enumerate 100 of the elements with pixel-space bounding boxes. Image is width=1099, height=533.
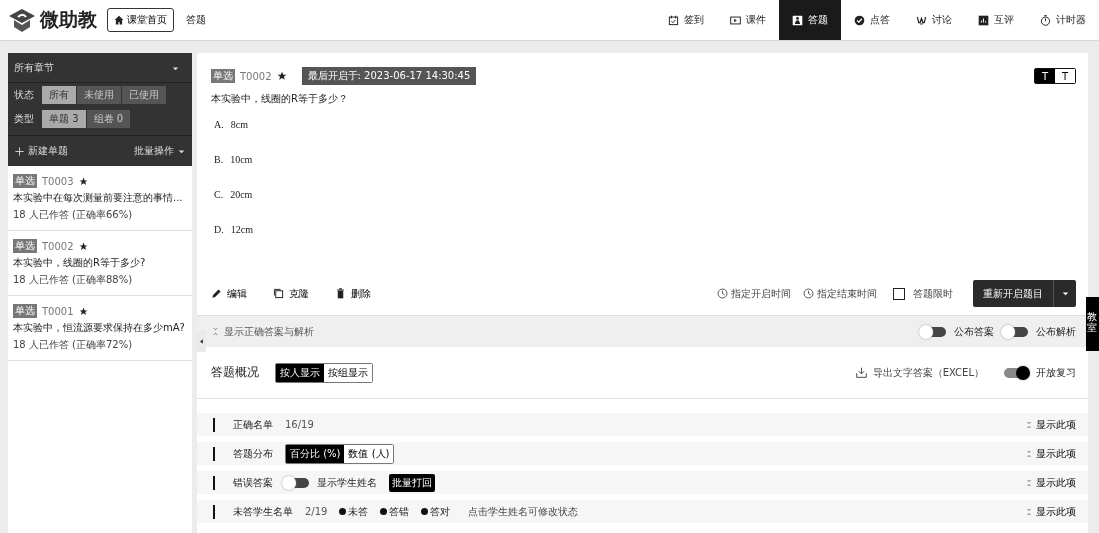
show-item-link[interactable]: 显示此项 xyxy=(1025,475,1076,490)
option-letter: D. xyxy=(214,224,224,235)
section-label: 答题分布 xyxy=(233,446,273,461)
option-text: 10cm xyxy=(230,154,253,165)
expand-icon xyxy=(211,327,220,336)
mode-toggle[interactable]: 数值 (人) xyxy=(344,444,394,463)
show-item-link[interactable]: 显示此项 xyxy=(1025,417,1076,432)
nav-tab[interactable]: 讨论 xyxy=(903,0,965,40)
filter-option[interactable]: 所有 xyxy=(42,86,76,104)
type-tag: 单选 xyxy=(13,239,37,253)
filter-option[interactable]: 未使用 xyxy=(77,86,121,104)
nav-tab[interactable]: 计时器 xyxy=(1027,0,1099,40)
legend-dot xyxy=(380,508,388,515)
star-icon xyxy=(276,71,287,81)
end-time-button[interactable]: 指定结束时间 xyxy=(803,286,877,301)
caret-icon xyxy=(1060,289,1070,298)
nav-tab[interactable]: 互评 xyxy=(965,0,1027,40)
toggle-switch[interactable] xyxy=(1004,326,1028,337)
mode-toggle[interactable]: 百分比 (%) xyxy=(286,444,345,463)
export-button[interactable]: 导出文字答案（EXCEL） xyxy=(855,365,984,380)
stopwatch-icon xyxy=(1040,14,1051,26)
wave-icon xyxy=(916,14,927,26)
question-item[interactable]: 单选 T0002 本实验中，线圈的R等于多少? 18 人已作答 (正确率88%) xyxy=(8,231,192,296)
question-title: 本实验中，恒流源要求保持在多少mA? xyxy=(13,321,186,335)
side-tab[interactable]: 教室 xyxy=(1086,297,1099,351)
filter-label: 类型 xyxy=(14,112,34,126)
accent-bar xyxy=(213,446,215,461)
option-text: 20cm xyxy=(230,189,253,200)
plus-icon xyxy=(14,145,25,157)
count-text: 2/19 xyxy=(305,506,328,517)
clock-icon xyxy=(803,288,814,299)
show-item-link[interactable]: 显示此项 xyxy=(1025,504,1076,519)
play-icon xyxy=(730,14,741,26)
person-icon xyxy=(792,14,803,26)
legend-dot xyxy=(421,508,429,515)
expand-icon xyxy=(1025,449,1033,458)
question-title: 本实验中在每次测量前要注意的事情... xyxy=(13,191,184,205)
time-limit-checkbox[interactable] xyxy=(893,287,905,300)
new-question-button[interactable]: 新建单题 xyxy=(14,144,68,158)
check-icon xyxy=(854,14,865,26)
nav-tab[interactable]: 签到 xyxy=(655,0,717,40)
graduation-cap-icon xyxy=(8,7,36,33)
option-text: 12cm xyxy=(230,224,253,235)
page-title: 答题 xyxy=(186,13,206,27)
time-limit-label: 答题限时 xyxy=(913,286,953,301)
chart-icon xyxy=(978,14,989,26)
toggle-label: 公布答案 xyxy=(954,324,994,339)
question-item[interactable]: 单选 T0003 本实验中在每次测量前要注意的事情... 18 人已作答 (正确率66%) xyxy=(8,166,192,231)
option-letter: C. xyxy=(214,189,224,200)
delete-button[interactable]: 删除 xyxy=(335,286,371,301)
toggle-label: 显示学生姓名 xyxy=(317,475,377,490)
chapter-dropdown[interactable]: 所有章节 xyxy=(8,53,192,83)
option-letter: A. xyxy=(214,119,224,130)
toggle-switch[interactable] xyxy=(1004,367,1028,378)
question-code: T0002 xyxy=(240,70,272,82)
legend-label: 答错 xyxy=(389,504,410,519)
section-label: 正确名单 xyxy=(233,417,273,432)
question-item[interactable]: 单选 T0001 本实验中，恒流源要求保持在多少mA? 18 人已作答 (正确率72%) xyxy=(8,296,192,361)
answer-stats: 18 人已作答 (正确率88%) xyxy=(13,273,134,287)
edit-button[interactable]: 编辑 xyxy=(211,286,247,301)
accent-bar xyxy=(213,475,215,490)
copy-icon xyxy=(273,288,284,299)
collapse-icon xyxy=(197,337,205,345)
star-icon xyxy=(78,176,88,186)
star-icon xyxy=(78,306,88,316)
toggle-label: 公布解析 xyxy=(1036,324,1076,339)
pencil-icon xyxy=(211,288,222,299)
batch-actions-button[interactable]: 批量操作 xyxy=(134,144,186,158)
legend-dot xyxy=(339,508,347,515)
show-item-link[interactable]: 显示此项 xyxy=(1025,446,1076,461)
expand-icon xyxy=(1025,507,1033,516)
accent-bar xyxy=(213,417,215,432)
filter-label: 状态 xyxy=(14,88,34,102)
filter-option[interactable]: 已使用 xyxy=(122,86,166,104)
option-text: 8cm xyxy=(230,119,248,130)
toggle-switch[interactable] xyxy=(922,326,946,337)
collapse-handle[interactable] xyxy=(196,330,206,352)
brand-name: 微助教 xyxy=(40,7,97,32)
nav-tab[interactable]: 点答 xyxy=(841,0,903,40)
nav-tab[interactable]: 答题 xyxy=(779,0,841,40)
filter-option[interactable]: 单题 3 xyxy=(42,110,86,128)
home-icon xyxy=(114,15,124,25)
type-tag: 单选 xyxy=(13,174,37,188)
home-button[interactable]: 课堂首页 xyxy=(107,8,174,32)
view-toggle[interactable]: 按人显示 xyxy=(276,363,324,382)
question-text: 本实验中，线圈的R等于多少？ xyxy=(211,92,349,106)
return-button[interactable]: 批量打回 xyxy=(389,473,435,492)
clone-button[interactable]: 克隆 xyxy=(273,286,309,301)
toggle-switch[interactable] xyxy=(285,477,309,488)
section-title: 答题概况 xyxy=(211,364,259,381)
nav-tab[interactable]: 课件 xyxy=(717,0,779,40)
question-code: T0001 xyxy=(42,305,74,317)
download-icon xyxy=(855,367,867,378)
last-opened-badge: 最后开启于: 2023-06-17 14:30:45 xyxy=(301,67,477,85)
show-answer-link[interactable]: 显示正确答案与解析 xyxy=(211,324,314,339)
font-size-toggle[interactable]: T xyxy=(1035,69,1055,83)
filter-option[interactable]: 组卷 0 xyxy=(86,110,131,128)
start-time-button[interactable]: 指定开启时间 xyxy=(717,286,791,301)
expand-icon xyxy=(1025,420,1033,429)
section-label: 未答学生名单 xyxy=(233,504,293,519)
